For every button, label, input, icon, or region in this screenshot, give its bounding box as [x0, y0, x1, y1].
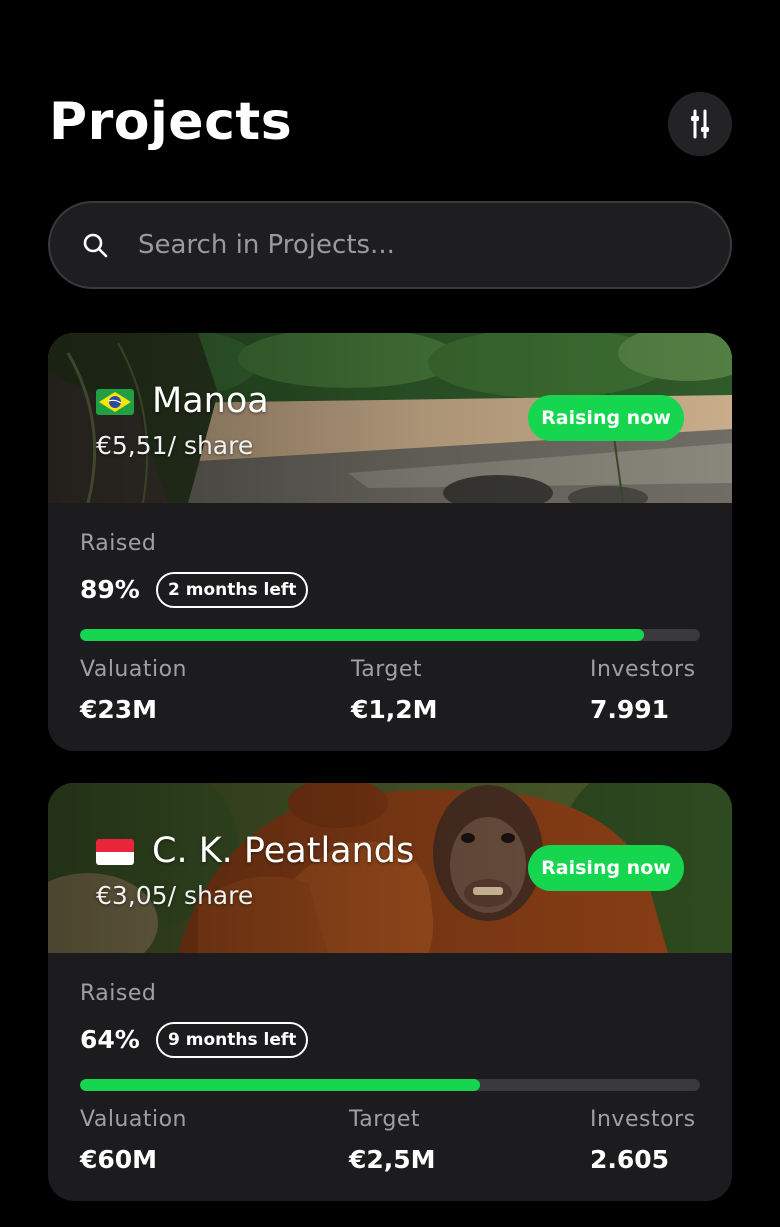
time-left-badge: 2 months left	[156, 572, 309, 608]
investors-value: 7.991	[590, 695, 670, 724]
raised-percentage: 89%	[80, 575, 140, 604]
filter-button[interactable]	[668, 92, 732, 156]
status-badge: Raising now	[528, 845, 684, 891]
search-input[interactable]	[136, 229, 730, 261]
brazil-flag-icon	[96, 389, 134, 415]
share-price: €3,05/ share	[96, 881, 254, 910]
raised-label: Raised	[80, 981, 157, 1006]
project-card-ck-peatlands[interactable]: C. K. Peatlands €3,05/ share Raising now…	[48, 783, 732, 1201]
valuation-label: Valuation	[80, 657, 188, 682]
target-value: €1,2M	[351, 695, 438, 724]
progress-bar	[80, 1079, 700, 1091]
progress-bar	[80, 629, 700, 641]
investors-value: 2.605	[590, 1145, 670, 1174]
project-name: Manoa	[152, 381, 269, 421]
project-card-manoa[interactable]: Manoa €5,51/ share Raising now Raised 89…	[48, 333, 732, 751]
search-icon	[83, 233, 108, 258]
raised-percentage: 64%	[80, 1025, 140, 1054]
raised-label: Raised	[80, 531, 157, 556]
share-price: €5,51/ share	[96, 431, 254, 460]
target-label: Target	[351, 657, 423, 682]
page-title: Projects	[49, 92, 293, 152]
search-bar[interactable]	[48, 201, 732, 289]
status-badge: Raising now	[528, 395, 684, 441]
valuation-value: €23M	[80, 695, 158, 724]
project-name: C. K. Peatlands	[152, 831, 415, 871]
valuation-value: €60M	[80, 1145, 158, 1174]
sliders-icon	[691, 109, 709, 139]
project-image: C. K. Peatlands €3,05/ share Raising now	[48, 783, 732, 953]
progress-fill	[80, 629, 645, 641]
time-left-badge: 9 months left	[156, 1022, 309, 1058]
valuation-label: Valuation	[80, 1107, 188, 1132]
project-image: Manoa €5,51/ share Raising now	[48, 333, 732, 503]
target-value: €2,5M	[349, 1145, 436, 1174]
investors-label: Investors	[590, 657, 696, 682]
investors-label: Investors	[590, 1107, 696, 1132]
progress-fill	[80, 1079, 480, 1091]
target-label: Target	[349, 1107, 421, 1132]
indonesia-flag-icon	[96, 839, 134, 865]
